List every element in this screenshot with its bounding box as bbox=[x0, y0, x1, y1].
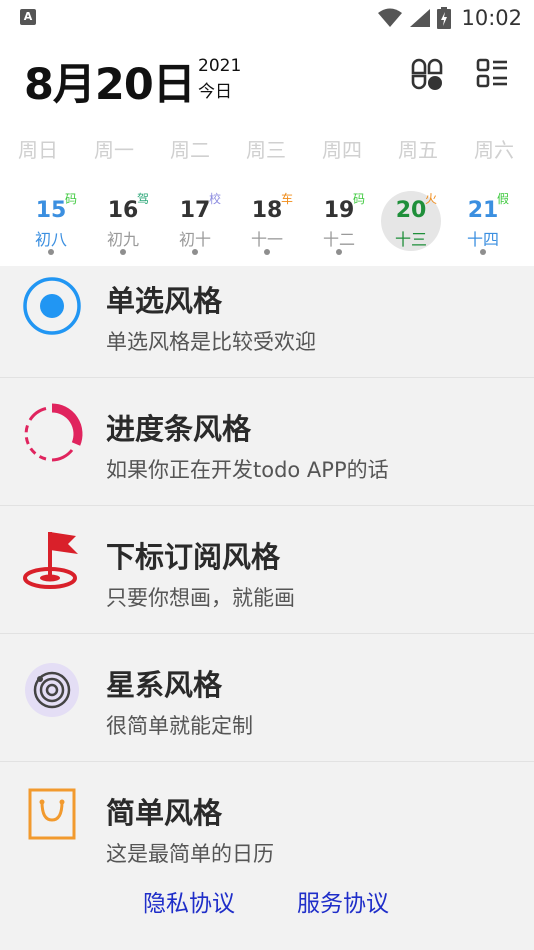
style-item-subtitle: 单选风格是比较受欢迎 bbox=[106, 330, 316, 354]
calendar-day[interactable]: 17 初十 校 bbox=[163, 188, 227, 264]
weekday-label: 周五 bbox=[398, 138, 438, 162]
calendar-day[interactable]: 15 初八 码 bbox=[19, 188, 83, 264]
style-item-subtitle: 很简单就能定制 bbox=[106, 714, 253, 738]
event-dot bbox=[336, 249, 342, 255]
weekday-label: 周一 bbox=[94, 138, 134, 162]
day-lunar: 十三 bbox=[394, 230, 427, 249]
week-days-row: 15 初八 码 16 初九 驾 17 初十 校 18 十一 车 19 十二 码 bbox=[0, 188, 534, 264]
flag-icon bbox=[23, 532, 78, 589]
style-item-subtitle: 这是最简单的日历 bbox=[106, 842, 274, 866]
current-year: 2021 bbox=[198, 56, 242, 76]
weekday-label: 周日 bbox=[18, 138, 58, 162]
clover-view-icon[interactable] bbox=[409, 56, 445, 92]
calendar-styles-list: 单选风格 单选风格是比较受欢迎 进度条风格 如果你正在开发todo APP的话 … bbox=[0, 266, 534, 890]
weekday-label: 周二 bbox=[170, 138, 210, 162]
style-item-subtitle: 只要你想画，就能画 bbox=[106, 586, 295, 610]
event-dot bbox=[192, 249, 198, 255]
notification-app-icon: A bbox=[20, 9, 36, 25]
footer-links: 隐私协议 服务协议 bbox=[0, 884, 534, 924]
service-agreement-link[interactable]: 服务协议 bbox=[297, 884, 389, 918]
cell-signal-icon bbox=[410, 9, 431, 27]
day-tag: 校 bbox=[209, 192, 222, 206]
day-tag: 码 bbox=[353, 192, 366, 206]
status-time: 10:02 bbox=[461, 6, 522, 30]
battery-icon bbox=[437, 7, 452, 29]
weekday-row: 周日 周一 周二 周三 周四 周五 周六 bbox=[0, 134, 534, 164]
calendar-header: 8月20日 2021 今日 周日 周一 周二 周三 周四 周五 周六 15 初八… bbox=[0, 36, 534, 266]
day-tag: 驾 bbox=[137, 192, 150, 206]
day-lunar: 初十 bbox=[178, 230, 211, 249]
shopping-bag-icon bbox=[28, 788, 76, 840]
style-item-title: 单选风格 bbox=[106, 284, 223, 318]
event-dot bbox=[480, 249, 486, 255]
style-item-title: 下标订阅风格 bbox=[106, 540, 281, 574]
privacy-policy-link[interactable]: 隐私协议 bbox=[143, 884, 235, 918]
day-tag: 码 bbox=[65, 192, 78, 206]
calendar-day[interactable]: 18 十一 车 bbox=[235, 188, 299, 264]
status-indicators: 10:02 bbox=[377, 5, 522, 31]
radio-icon bbox=[23, 277, 81, 335]
current-date: 8月20日 bbox=[24, 60, 196, 110]
event-dot bbox=[264, 249, 270, 255]
day-lunar: 十二 bbox=[322, 230, 355, 249]
calendar-day[interactable]: 16 初九 驾 bbox=[91, 188, 155, 264]
day-lunar: 初八 bbox=[34, 230, 67, 249]
style-item-title: 进度条风格 bbox=[106, 412, 252, 446]
style-item-subscript[interactable]: 下标订阅风格 只要你想画，就能画 bbox=[0, 506, 534, 634]
list-view-icon[interactable] bbox=[474, 56, 510, 92]
day-lunar: 十一 bbox=[250, 230, 283, 249]
style-item-title: 简单风格 bbox=[106, 796, 223, 830]
style-item-progress[interactable]: 进度条风格 如果你正在开发todo APP的话 bbox=[0, 378, 534, 506]
style-item-title: 星系风格 bbox=[106, 668, 223, 702]
day-tag: 车 bbox=[281, 192, 294, 206]
event-dot bbox=[48, 249, 54, 255]
day-lunar: 初九 bbox=[106, 230, 139, 249]
day-tag: 假 bbox=[497, 192, 510, 206]
weekday-label: 周四 bbox=[322, 138, 362, 162]
calendar-day-selected[interactable]: 20 十三 火 bbox=[379, 188, 443, 264]
calendar-day[interactable]: 19 十二 码 bbox=[307, 188, 371, 264]
style-item-simple[interactable]: 简单风格 这是最简单的日历 bbox=[0, 762, 534, 890]
style-item-radio[interactable]: 单选风格 单选风格是比较受欢迎 bbox=[0, 266, 534, 378]
progress-ring-icon bbox=[24, 403, 83, 462]
wifi-icon bbox=[378, 8, 403, 27]
style-item-subtitle: 如果你正在开发todo APP的话 bbox=[106, 458, 389, 482]
style-item-galaxy[interactable]: 星系风格 很简单就能定制 bbox=[0, 634, 534, 762]
calendar-day[interactable]: 21 十四 假 bbox=[451, 188, 515, 264]
status-bar: A 10:02 bbox=[0, 0, 534, 36]
weekday-label: 周三 bbox=[246, 138, 286, 162]
day-lunar: 十四 bbox=[466, 230, 499, 249]
event-dot bbox=[120, 249, 126, 255]
today-label: 今日 bbox=[198, 82, 232, 102]
weekday-label: 周六 bbox=[474, 138, 514, 162]
galaxy-icon bbox=[25, 663, 79, 717]
day-tag: 火 bbox=[425, 192, 438, 206]
